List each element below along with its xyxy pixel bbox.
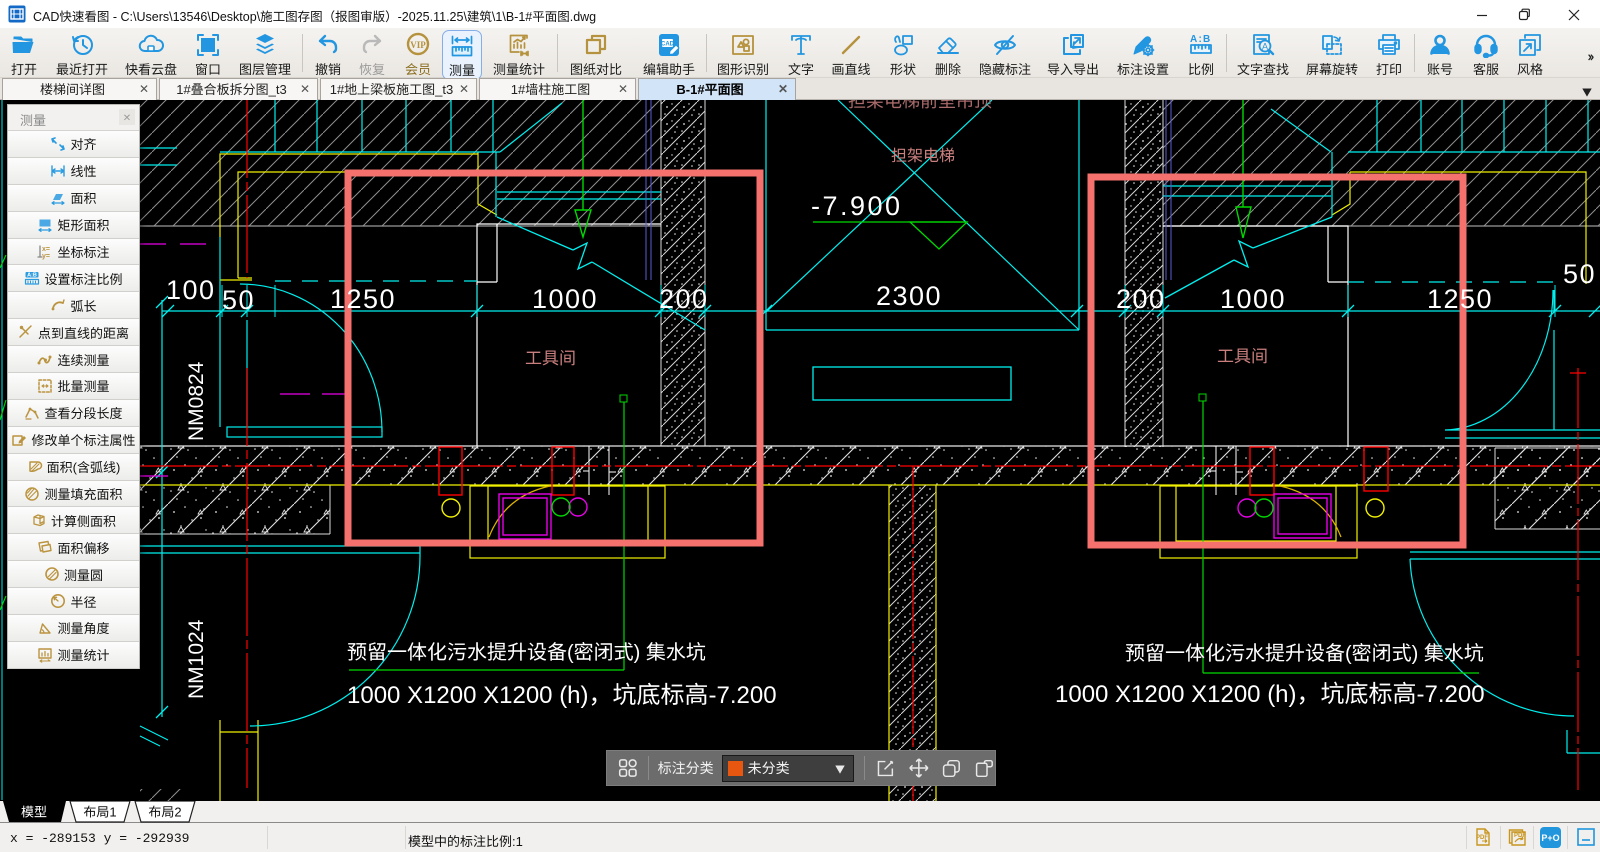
svg-text:A: A xyxy=(1262,40,1268,53)
svg-text:PDF: PDF xyxy=(1476,832,1488,841)
svg-text:工具间: 工具间 xyxy=(525,344,576,369)
svg-text:1000: 1000 xyxy=(532,277,598,316)
svg-text:50: 50 xyxy=(222,278,255,317)
svg-text:担架电梯前室吊顶: 担架电梯前室吊顶 xyxy=(848,100,992,113)
svg-text:200: 200 xyxy=(1116,277,1166,316)
svg-text:1000 X1200 X1200 (h)，坑底标高-7.20: 1000 X1200 X1200 (h)，坑底标高-7.200 xyxy=(347,675,777,710)
svg-text:工具间: 工具间 xyxy=(1217,342,1268,367)
svg-text:NM1024: NM1024 xyxy=(180,619,210,699)
svg-text:模型: 模型 xyxy=(21,802,47,821)
svg-text:B: B xyxy=(1203,34,1210,45)
svg-text:y=: y= xyxy=(42,251,50,260)
svg-text:50: 50 xyxy=(1563,252,1596,291)
svg-text:2300: 2300 xyxy=(876,274,942,313)
svg-text:CAD: CAD xyxy=(661,39,675,48)
svg-text:A:B: A:B xyxy=(28,271,38,279)
svg-text:布局2: 布局2 xyxy=(148,802,181,821)
svg-text:1000 X1200 X1200 (h)，坑底标高-7.20: 1000 X1200 X1200 (h)，坑底标高-7.200 xyxy=(1055,674,1485,709)
svg-text:预留一体化污水提升设备(密闭式) 集水坑: 预留一体化污水提升设备(密闭式) 集水坑 xyxy=(1125,637,1484,666)
svg-text:1250: 1250 xyxy=(330,277,396,316)
svg-text:100: 100 xyxy=(166,268,216,307)
svg-text:1250: 1250 xyxy=(1427,277,1493,316)
svg-text:PDF: PDF xyxy=(1514,830,1526,839)
svg-text:-7.900: -7.900 xyxy=(811,184,903,223)
svg-text:担架电梯: 担架电梯 xyxy=(891,142,955,166)
svg-text:VIP: VIP xyxy=(410,40,426,50)
svg-text:200: 200 xyxy=(659,277,709,316)
svg-text:预留一体化污水提升设备(密闭式) 集水坑: 预留一体化污水提升设备(密闭式) 集水坑 xyxy=(347,636,706,665)
svg-text:A: A xyxy=(1190,34,1197,45)
svg-text:1000: 1000 xyxy=(1220,277,1286,316)
svg-text:NM0824: NM0824 xyxy=(180,361,210,441)
svg-text::: : xyxy=(1199,34,1202,45)
svg-text:布局1: 布局1 xyxy=(83,802,116,821)
